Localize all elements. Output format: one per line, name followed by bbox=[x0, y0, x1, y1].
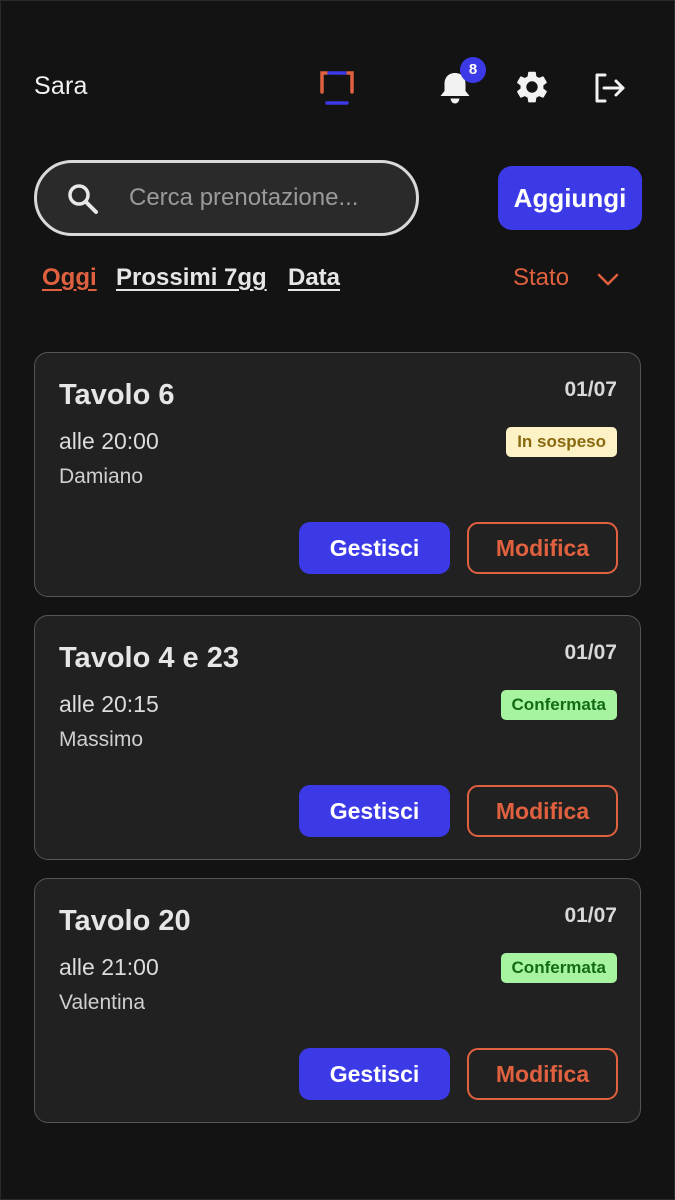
search-icon bbox=[68, 184, 98, 214]
chevron-down-icon bbox=[597, 273, 619, 286]
reservation-card: Tavolo 6 01/07 alle 20:00 Damiano In sos… bbox=[34, 352, 641, 597]
reservation-card: Tavolo 4 e 23 01/07 alle 20:15 Massimo C… bbox=[34, 615, 641, 860]
add-reservation-button[interactable]: Aggiungi bbox=[498, 166, 642, 230]
filter-next-7-days[interactable]: Prossimi 7gg bbox=[116, 264, 267, 292]
card-date: 01/07 bbox=[564, 641, 617, 664]
status-badge: Confermata bbox=[500, 690, 617, 720]
filter-today[interactable]: Oggi bbox=[42, 264, 97, 292]
logout-icon[interactable] bbox=[590, 69, 628, 107]
notification-badge: 8 bbox=[460, 57, 486, 83]
card-table-label: Tavolo 6 bbox=[59, 379, 175, 411]
search-input[interactable] bbox=[129, 179, 399, 217]
edit-button[interactable]: Modifica bbox=[467, 785, 618, 837]
card-time: alle 21:00 bbox=[59, 954, 159, 980]
manage-button[interactable]: Gestisci bbox=[299, 1048, 450, 1100]
edit-button[interactable]: Modifica bbox=[467, 1048, 618, 1100]
status-badge: Confermata bbox=[500, 953, 617, 983]
gear-icon[interactable] bbox=[513, 68, 551, 106]
search-box[interactable] bbox=[34, 160, 419, 236]
manage-button[interactable]: Gestisci bbox=[299, 785, 450, 837]
edit-button[interactable]: Modifica bbox=[467, 522, 618, 574]
logo-icon bbox=[320, 71, 354, 105]
card-customer-name: Massimo bbox=[59, 728, 144, 751]
card-date: 01/07 bbox=[564, 378, 617, 401]
card-customer-name: Valentina bbox=[59, 991, 146, 1014]
card-table-label: Tavolo 20 bbox=[59, 905, 191, 937]
filter-date[interactable]: Data bbox=[288, 264, 340, 292]
manage-button[interactable]: Gestisci bbox=[299, 522, 450, 574]
user-name: Sara bbox=[34, 72, 88, 100]
reservation-card: Tavolo 20 01/07 alle 21:00 Valentina Con… bbox=[34, 878, 641, 1123]
card-table-label: Tavolo 4 e 23 bbox=[59, 642, 239, 674]
card-customer-name: Damiano bbox=[59, 465, 144, 488]
status-badge: In sospeso bbox=[506, 427, 617, 457]
status-filter-label: Stato bbox=[513, 264, 570, 291]
card-time: alle 20:15 bbox=[59, 691, 159, 717]
card-date: 01/07 bbox=[564, 904, 617, 927]
card-time: alle 20:00 bbox=[59, 428, 159, 454]
app-header: Sara 8 bbox=[0, 0, 675, 175]
